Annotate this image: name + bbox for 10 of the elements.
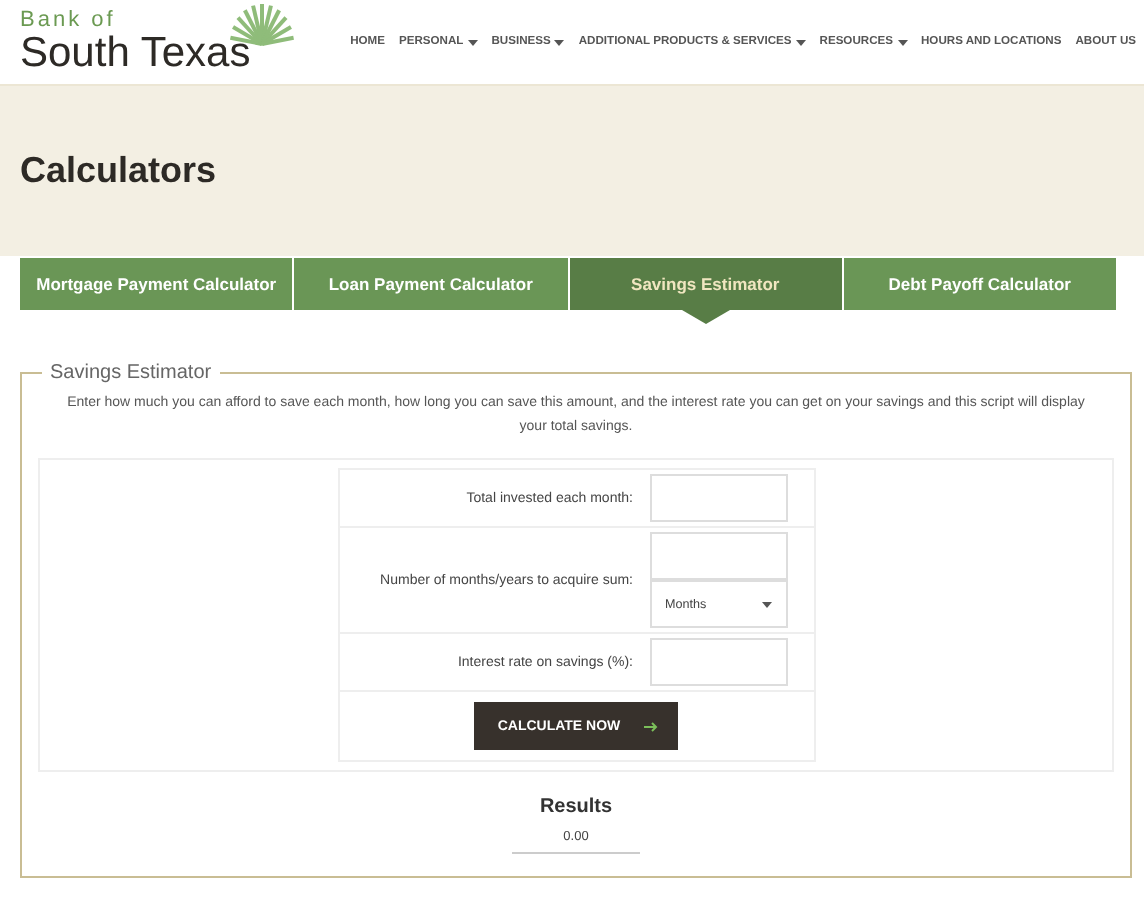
arrow-icon bbox=[644, 721, 659, 731]
caret-icon bbox=[761, 601, 771, 607]
input-field[interactable] bbox=[649, 474, 787, 522]
results-heading: Results bbox=[539, 796, 613, 818]
input-field[interactable] bbox=[649, 638, 787, 686]
input-field[interactable] bbox=[649, 532, 787, 580]
bank-logo[interactable]: Bank of South Texas bbox=[20, 10, 296, 74]
page-title: Calculators bbox=[20, 150, 217, 192]
form-legend: Savings Estimator bbox=[42, 362, 220, 384]
tab-pointer bbox=[681, 310, 730, 324]
